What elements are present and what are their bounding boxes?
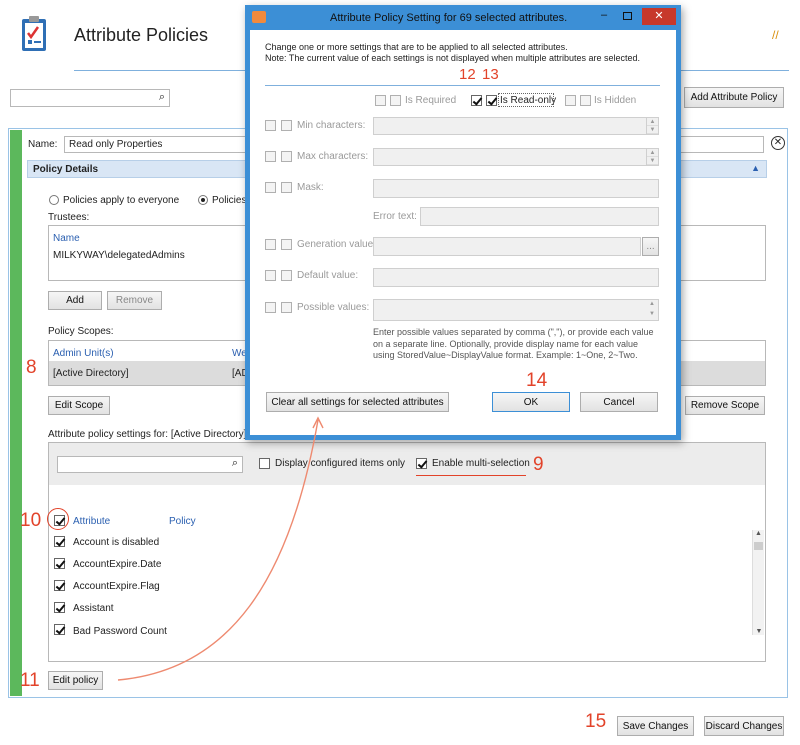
annotation-10: 10 [20, 510, 42, 531]
annotation-8: 8 [26, 357, 37, 378]
annotation-12: 12 [459, 66, 476, 83]
annotation-15: 15 [585, 711, 607, 732]
annotation-14: 14 [526, 370, 548, 391]
annotation-11: 11 [20, 670, 40, 691]
annotation-13: 13 [482, 66, 499, 83]
annotation-arrow [117, 416, 324, 681]
annotation-9: 9 [533, 454, 544, 475]
